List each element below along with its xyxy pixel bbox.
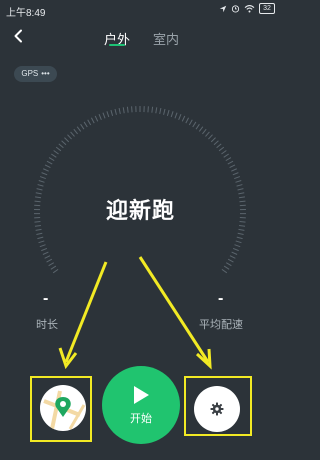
map-button[interactable]: [40, 385, 86, 431]
arrow-to-settings: [138, 256, 210, 363]
gear-icon: [210, 402, 224, 416]
map-icon: [43, 390, 86, 430]
arrow-to-map: [64, 261, 108, 363]
play-icon: [134, 386, 149, 404]
start-button[interactable]: 开始: [102, 366, 180, 444]
start-button-label: 开始: [130, 413, 152, 425]
settings-button[interactable]: [194, 386, 240, 432]
